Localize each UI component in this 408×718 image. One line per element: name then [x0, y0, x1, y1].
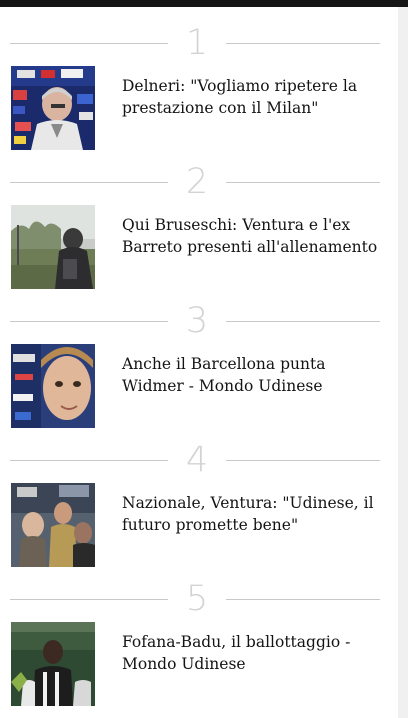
list-item: 3 Anche il Barcellona punta Widmer - Mon… — [0, 300, 398, 440]
article-thumbnail[interactable] — [11, 205, 95, 289]
list-item: 2 Qui Bruseschi: Ventura e l'ex Barreto … — [0, 161, 398, 301]
list-item: 1 Delneri: "Vogliamo ripetere la prestaz… — [0, 22, 398, 162]
rank-divider: 5 — [0, 578, 398, 620]
rank-number: 5 — [185, 579, 209, 619]
divider-line — [10, 321, 168, 322]
article-thumbnail[interactable] — [11, 622, 95, 706]
scrollbar-track[interactable] — [398, 7, 408, 718]
top-bar — [0, 0, 408, 7]
divider-line — [226, 321, 380, 322]
rank-divider: 3 — [0, 300, 398, 342]
article-title[interactable]: Delneri: "Vogliamo ripetere la prestazio… — [122, 75, 390, 119]
article-title[interactable]: Anche il Barcellona punta Widmer - Mondo… — [122, 353, 390, 397]
article-thumbnail[interactable] — [11, 344, 95, 428]
thumbnail-image — [11, 622, 95, 706]
divider-line — [226, 182, 380, 183]
article-thumbnail[interactable] — [11, 66, 95, 150]
rank-number: 2 — [185, 162, 209, 202]
rank-number: 1 — [185, 23, 209, 63]
list-item: 4 Nazionale, Ventura: "Udinese, il futur… — [0, 439, 398, 579]
divider-line — [226, 460, 380, 461]
rank-divider: 1 — [0, 22, 398, 64]
thumbnail-image — [11, 66, 95, 150]
thumbnail-image — [11, 205, 95, 289]
rank-divider: 2 — [0, 161, 398, 203]
thumbnail-image — [11, 344, 95, 428]
list-item: 5 Fofana-Badu, il ballottaggio - Mondo U… — [0, 578, 398, 718]
thumbnail-image — [11, 483, 95, 567]
divider-line — [226, 599, 380, 600]
article-thumbnail[interactable] — [11, 483, 95, 567]
rank-divider: 4 — [0, 439, 398, 481]
article-title[interactable]: Qui Bruseschi: Ventura e l'ex Barreto pr… — [122, 214, 390, 258]
divider-line — [10, 460, 168, 461]
divider-line — [226, 43, 380, 44]
rank-number: 4 — [185, 440, 209, 480]
article-title[interactable]: Nazionale, Ventura: "Udinese, il futuro … — [122, 492, 390, 536]
divider-line — [10, 599, 168, 600]
article-title[interactable]: Fofana-Badu, il ballottaggio - Mondo Udi… — [122, 631, 390, 675]
divider-line — [10, 182, 168, 183]
divider-line — [10, 43, 168, 44]
rank-number: 3 — [185, 301, 209, 341]
